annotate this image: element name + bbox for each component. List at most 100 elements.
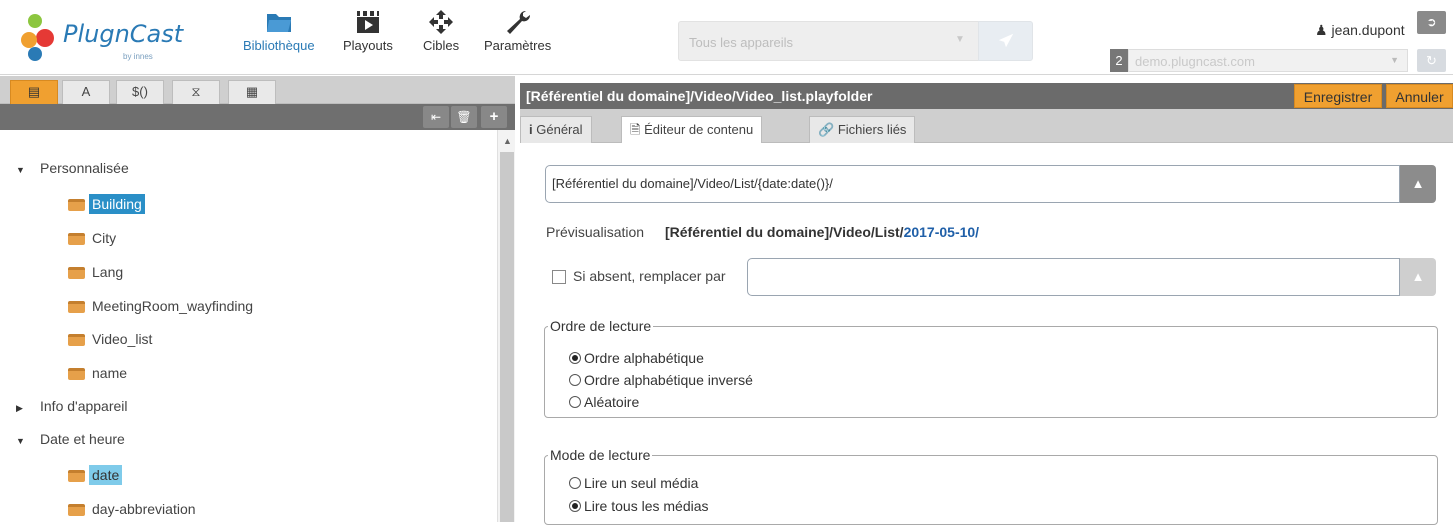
path-edit-button[interactable]: ▲ (1400, 165, 1436, 203)
preview-label: Prévisualisation (546, 224, 645, 240)
insert-icon: ⇤ (430, 110, 442, 124)
chevron-up-icon[interactable]: ▲ (503, 136, 512, 146)
reading-mode-group: Mode de lecture Lire un seul média Lire … (544, 447, 1438, 525)
tree-item-video-list[interactable]: Video_list (68, 327, 155, 351)
server-domain: demo.plugncast.com (1135, 54, 1255, 69)
folder-icon (68, 267, 85, 280)
caret-down-icon: ▼ (16, 436, 25, 446)
reading-mode-legend: Mode de lecture (548, 447, 653, 463)
reading-order-legend: Ordre de lecture (548, 318, 654, 334)
tab-general[interactable]: i Général (520, 116, 592, 143)
path-input-value: [Référentiel du domaine]/Video/List/{dat… (552, 176, 833, 191)
tree-item-day-abbreviation[interactable]: day-abbreviation (68, 497, 199, 521)
tab-label: Éditeur de contenu (644, 122, 754, 137)
eraser-icon: ▲ (1411, 269, 1425, 284)
tree-item-name[interactable]: name (68, 361, 130, 385)
folder-icon (68, 368, 85, 381)
radio-alphabetical[interactable]: Ordre alphabétique (569, 350, 704, 366)
user-icon: ♟ (1315, 22, 1328, 38)
tab-tags[interactable]: ⧖ (172, 80, 220, 104)
chevron-down-icon: ▼ (1390, 55, 1399, 65)
left-tabs: ▤ A $() ⧖ ▦ (0, 76, 515, 104)
refresh-icon: ↻ (1426, 53, 1437, 68)
tab-content-editor[interactable]: 🗎 Éditeur de contenu (621, 116, 763, 143)
username: jean.dupont (1331, 22, 1405, 38)
tree-category-personnalisee[interactable]: ▼ Personnalisée (16, 160, 129, 176)
sign-out-icon: ➲ (1426, 15, 1437, 29)
add-button[interactable]: + (481, 106, 507, 128)
tree-item-building[interactable]: Building (68, 192, 145, 216)
scrollbar-thumb[interactable] (500, 152, 514, 522)
radio-dot (569, 352, 581, 364)
info-icon: i (529, 122, 533, 137)
folder-icon (68, 301, 85, 314)
wrench-icon (506, 10, 530, 34)
fallback-checkbox[interactable] (552, 270, 566, 284)
tree-category-date-heure[interactable]: ▼ Date et heure (16, 431, 125, 447)
tree-scrollbar[interactable]: ▲ (497, 130, 515, 522)
preview-value: [Référentiel du domaine]/Video/List/2017… (665, 224, 979, 240)
plugncast-logo[interactable]: PlugnCast by innes (15, 12, 185, 64)
preview-path: [Référentiel du domaine]/Video/List/ (665, 224, 904, 240)
save-button[interactable]: Enregistrer (1294, 84, 1382, 108)
nav-label: Bibliothèque (243, 38, 315, 53)
chevron-down-icon: ▼ (955, 34, 965, 45)
variable-tree: ▼ Personnalisée Building City Lang Meetin… (0, 130, 497, 522)
tree-item-city[interactable]: City (68, 226, 119, 250)
folder-icon (68, 470, 85, 483)
top-bar: PlugnCast by innes Bibliothèque Playouts… (0, 0, 1453, 75)
send-button[interactable] (978, 21, 1033, 61)
tree-category-info-appareil[interactable]: ▶ Info d'appareil (16, 398, 128, 414)
logo-dots-icon (21, 14, 54, 61)
link-icon: 🔗 (818, 122, 835, 137)
caret-down-icon: ▼ (16, 165, 25, 175)
radio-dot (569, 374, 581, 386)
logout-button[interactable]: ➲ (1417, 11, 1446, 34)
plus-icon: + (489, 108, 499, 125)
file-path-title: [Référentiel du domaine]/Video/Video_lis… (526, 88, 873, 104)
folder-icon (68, 504, 85, 517)
editor-tabs: i Général 🗎 Éditeur de contenu 🔗 Fichier… (520, 109, 1453, 143)
tree-item-lang[interactable]: Lang (68, 260, 126, 284)
refresh-button[interactable]: ↻ (1417, 49, 1446, 72)
reading-order-group: Ordre de lecture Ordre alphabétique Ordr… (544, 318, 1438, 418)
radio-random[interactable]: Aléatoire (569, 394, 639, 410)
radio-dot (569, 396, 581, 408)
radio-dot (569, 500, 581, 512)
drawer-icon: ▤ (27, 84, 41, 99)
insert-button[interactable]: ⇤ (423, 106, 449, 128)
tag-icon: ⧖ (191, 84, 201, 99)
tab-calendar[interactable]: ▦ (228, 80, 276, 104)
fallback-input[interactable] (747, 258, 1400, 296)
cancel-button[interactable]: Annuler (1386, 84, 1453, 108)
tree-item-date[interactable]: date (68, 463, 123, 487)
user-menu[interactable]: ♟ jean.dupont (1315, 22, 1405, 39)
left-toolbar: ⇤ 🗑 + (0, 104, 515, 130)
path-input[interactable]: [Référentiel du domaine]/Video/List/{dat… (545, 165, 1400, 203)
nav-parametres[interactable]: Paramètres (484, 10, 551, 53)
radio-single-media[interactable]: Lire un seul média (569, 475, 698, 491)
tab-label: Général (536, 122, 583, 137)
eraser-icon: ▲ (1411, 176, 1425, 191)
tab-text[interactable]: A (62, 80, 110, 104)
device-search-select[interactable]: Tous les appareils ▼ (678, 21, 982, 61)
radio-alphabetical-reverse[interactable]: Ordre alphabétique inversé (569, 372, 753, 388)
nav-playouts[interactable]: Playouts (343, 10, 393, 53)
fallback-edit-button[interactable]: ▲ (1400, 258, 1436, 296)
radio-dot (569, 477, 581, 489)
device-search-placeholder: Tous les appareils (689, 35, 794, 50)
brand-name: PlugnCast (63, 20, 184, 48)
tab-linked-files[interactable]: 🔗 Fichiers liés (809, 116, 916, 143)
nav-cibles[interactable]: Cibles (423, 10, 459, 53)
tab-drawer[interactable]: ▤ (10, 80, 58, 104)
radio-all-media[interactable]: Lire tous les médias (569, 498, 709, 514)
preview-date: 2017-05-10/ (903, 224, 980, 240)
tab-variables[interactable]: $() (116, 80, 164, 104)
calendar-icon: ▦ (245, 84, 259, 99)
tree-item-meetingroom[interactable]: MeetingRoom_wayfinding (68, 294, 256, 318)
folder-icon (68, 233, 85, 246)
nav-bibliotheque[interactable]: Bibliothèque (243, 10, 315, 53)
caret-right-icon: ▶ (16, 403, 23, 413)
server-select[interactable]: demo.plugncast.com ▼ (1128, 49, 1408, 72)
delete-button[interactable]: 🗑 (451, 106, 477, 128)
